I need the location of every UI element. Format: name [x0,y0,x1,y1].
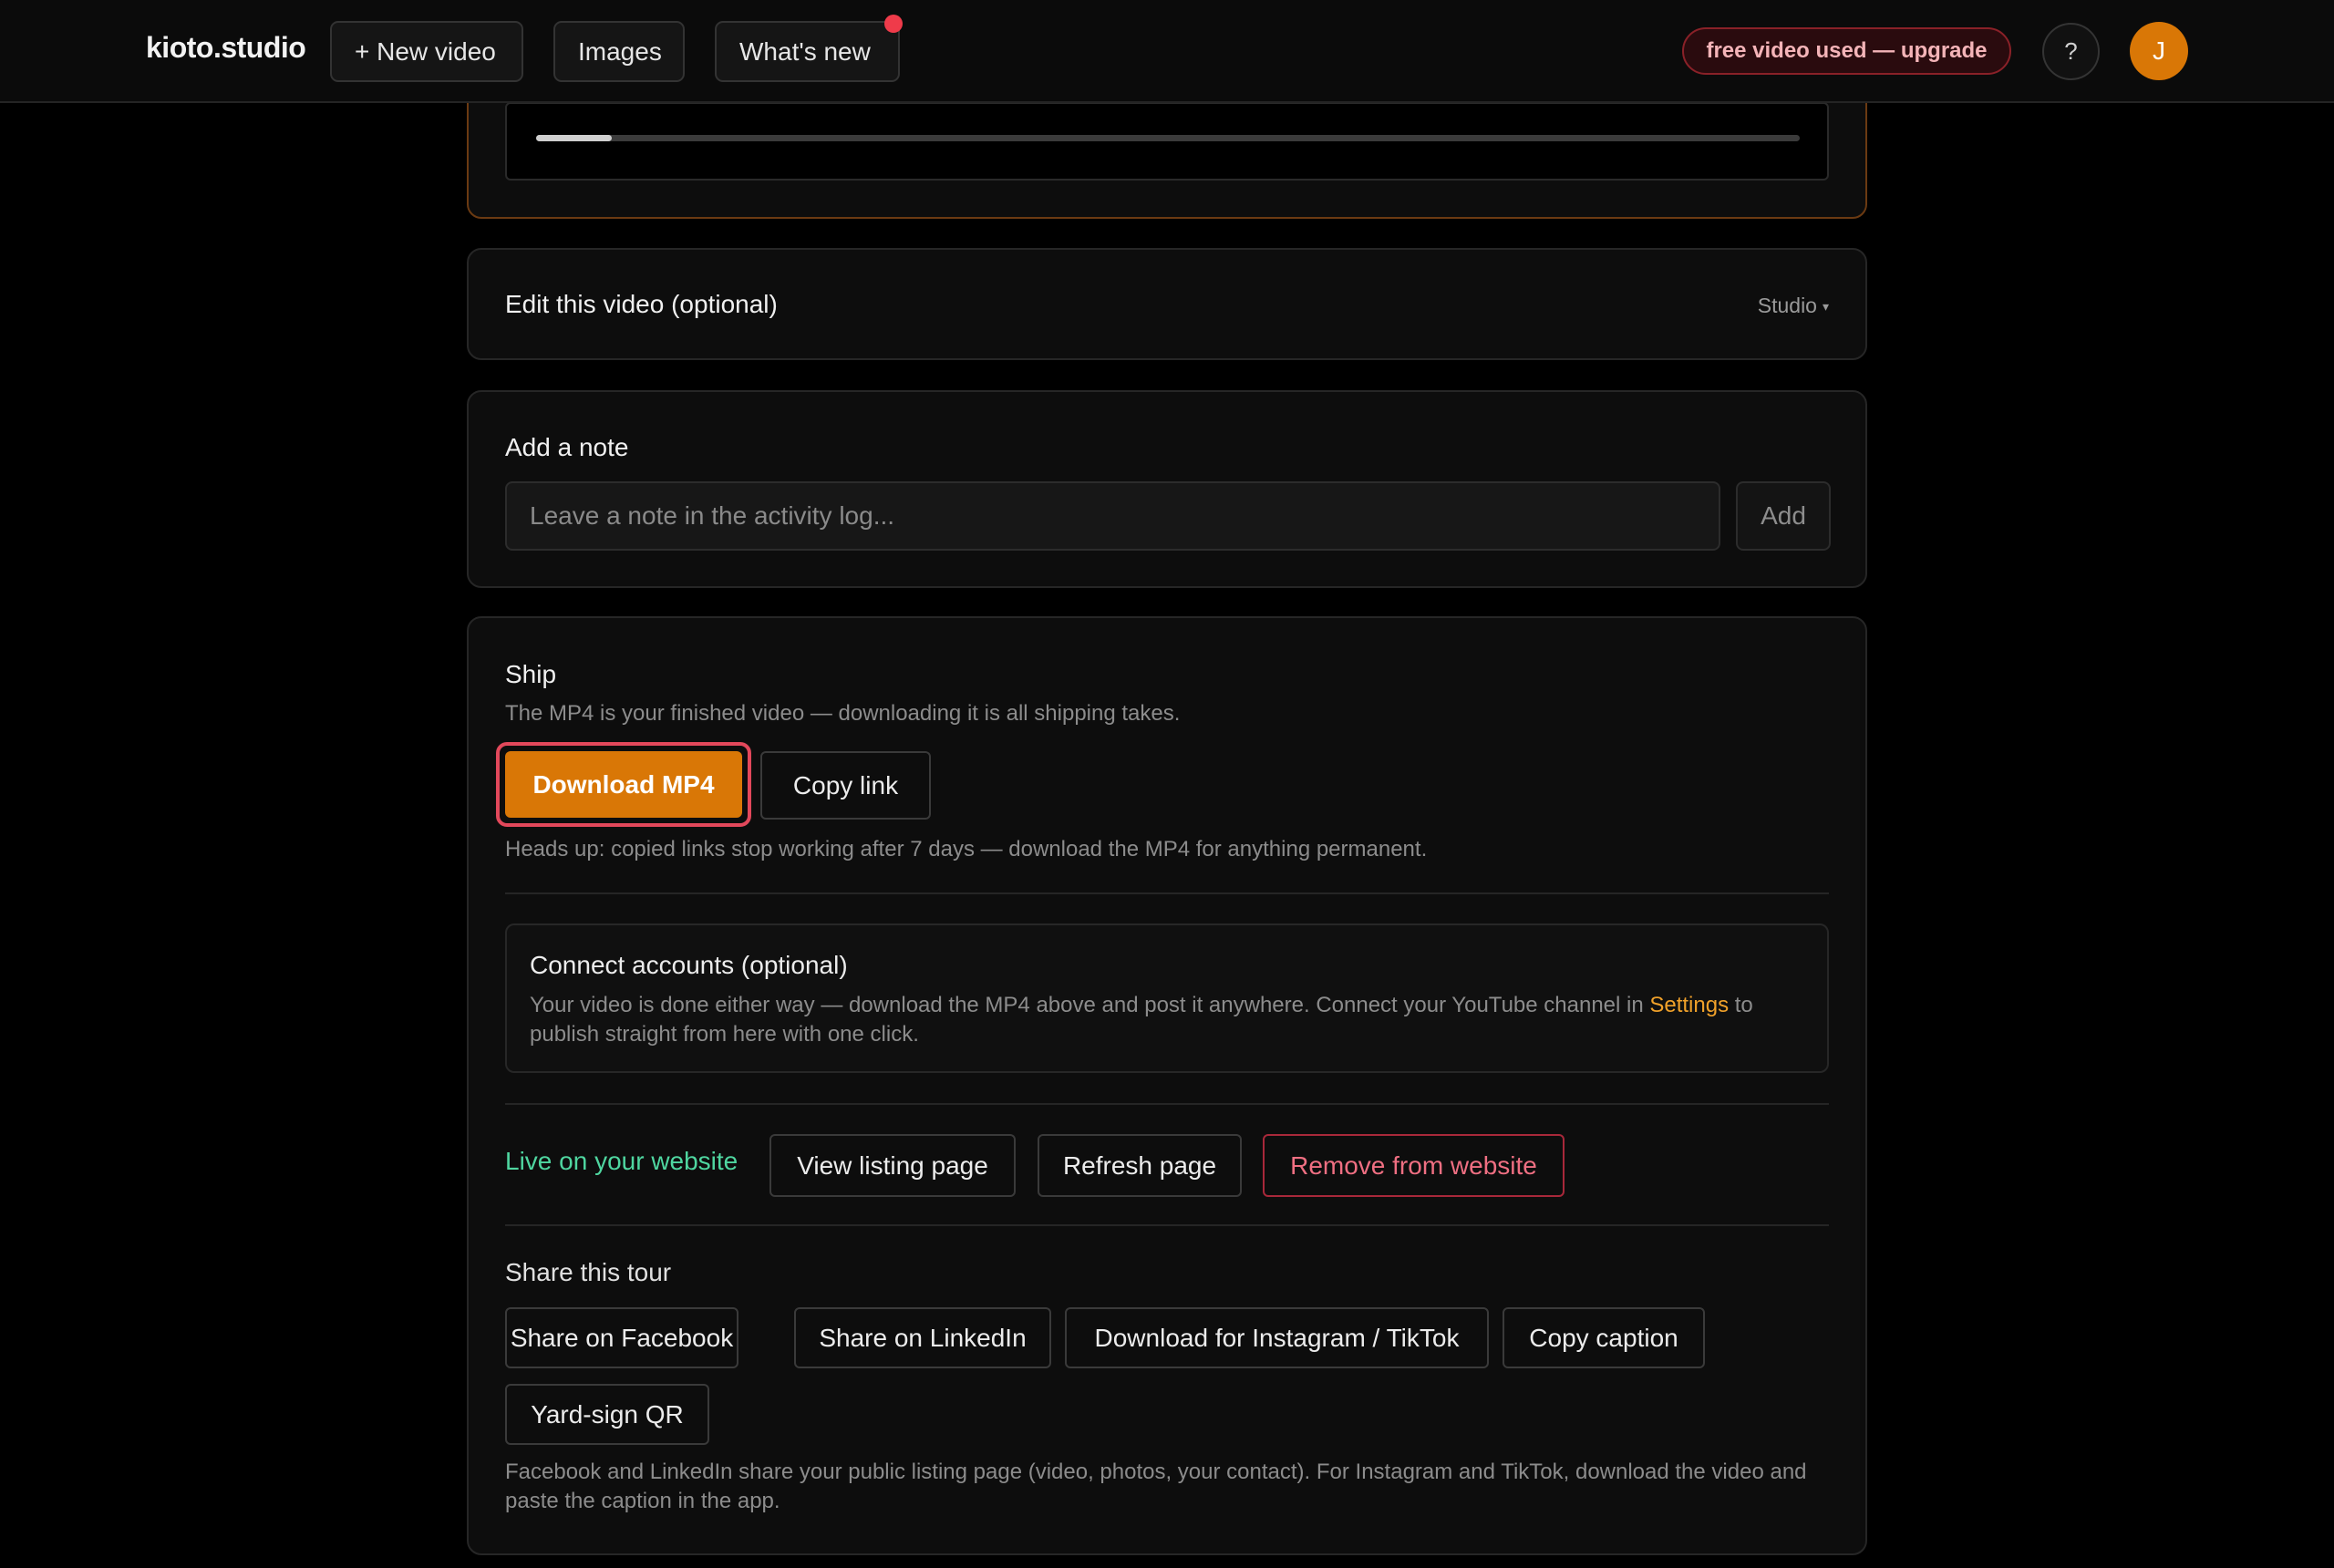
edit-video-card[interactable]: Edit this video (optional) Studio ▾ [467,248,1867,360]
whats-new-label: What's new [739,36,871,66]
add-note-card: Add a note Add [467,390,1867,588]
connect-accounts-box: Connect accounts (optional) Your video i… [505,923,1829,1073]
video-player[interactable] [505,102,1829,181]
share-help-note: Facebook and LinkedIn share your public … [505,1460,1807,1513]
add-note-button[interactable]: Add [1736,481,1831,551]
share-facebook-button[interactable]: Share on Facebook [505,1307,738,1368]
help-button[interactable]: ? [2042,23,2100,80]
video-progress-bar[interactable] [536,135,1800,141]
images-button[interactable]: Images [553,21,685,82]
add-note-title: Add a note [505,433,629,461]
refresh-page-button[interactable]: Refresh page [1038,1134,1242,1197]
new-video-button[interactable]: + New video [330,21,523,82]
live-status-label: Live on your website [505,1147,738,1175]
yard-sign-qr-button[interactable]: Yard-sign QR [505,1384,709,1445]
copy-link-button[interactable]: Copy link [760,751,931,820]
divider [505,1103,1829,1105]
ship-card: Ship The MP4 is your finished video — do… [467,616,1867,1555]
top-nav: kioto.studio + New video Images What's n… [0,0,2334,103]
connect-accounts-title: Connect accounts (optional) [530,951,848,979]
notification-dot-icon [884,15,903,33]
remove-from-website-button[interactable]: Remove from website [1263,1134,1565,1197]
editor-mode-dropdown[interactable]: Studio ▾ [1758,294,1829,318]
divider [505,1224,1829,1226]
whats-new-button[interactable]: What's new [715,15,903,82]
connect-accounts-text: Your video is done either way — download… [530,991,1806,1049]
ship-title: Ship [505,660,557,688]
ship-subtitle: The MP4 is your finished video — downloa… [505,701,1181,726]
link-expiry-note: Heads up: copied links stop working afte… [505,837,1428,861]
download-instagram-tiktok-button[interactable]: Download for Instagram / TikTok [1065,1307,1489,1368]
settings-link[interactable]: Settings [1649,993,1729,1017]
edit-video-title: Edit this video (optional) [505,290,778,318]
upgrade-badge-button[interactable]: free video used — upgrade [1682,27,2011,75]
brand-logo[interactable]: kioto.studio [146,31,306,65]
divider [505,892,1829,894]
share-linkedin-button[interactable]: Share on LinkedIn [794,1307,1051,1368]
share-tour-title: Share this tour [505,1258,672,1286]
editor-mode-label: Studio [1757,294,1817,317]
note-input[interactable] [505,481,1720,551]
copy-caption-button[interactable]: Copy caption [1503,1307,1705,1368]
view-listing-button[interactable]: View listing page [769,1134,1016,1197]
video-progress-fill [536,135,613,141]
connect-text-before: Your video is done either way — download… [530,993,1650,1017]
caret-down-icon: ▾ [1822,299,1829,315]
avatar[interactable]: J [2130,22,2188,80]
download-mp4-button[interactable]: Download MP4 [505,751,742,818]
